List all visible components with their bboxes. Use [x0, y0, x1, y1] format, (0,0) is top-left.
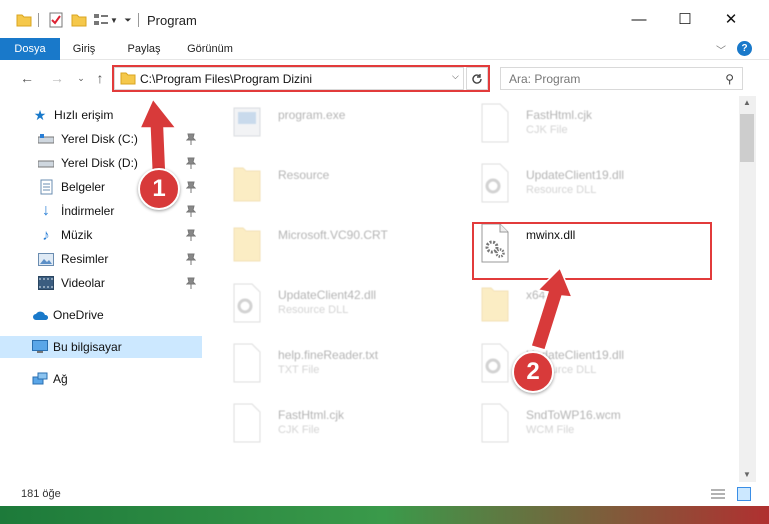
arrow-up-icon [138, 97, 178, 176]
step-marker-1: 1 [138, 168, 180, 210]
step-marker-2: 2 [512, 351, 554, 393]
annotation-arrows [138, 97, 574, 351]
arrow-up-icon [530, 266, 574, 351]
